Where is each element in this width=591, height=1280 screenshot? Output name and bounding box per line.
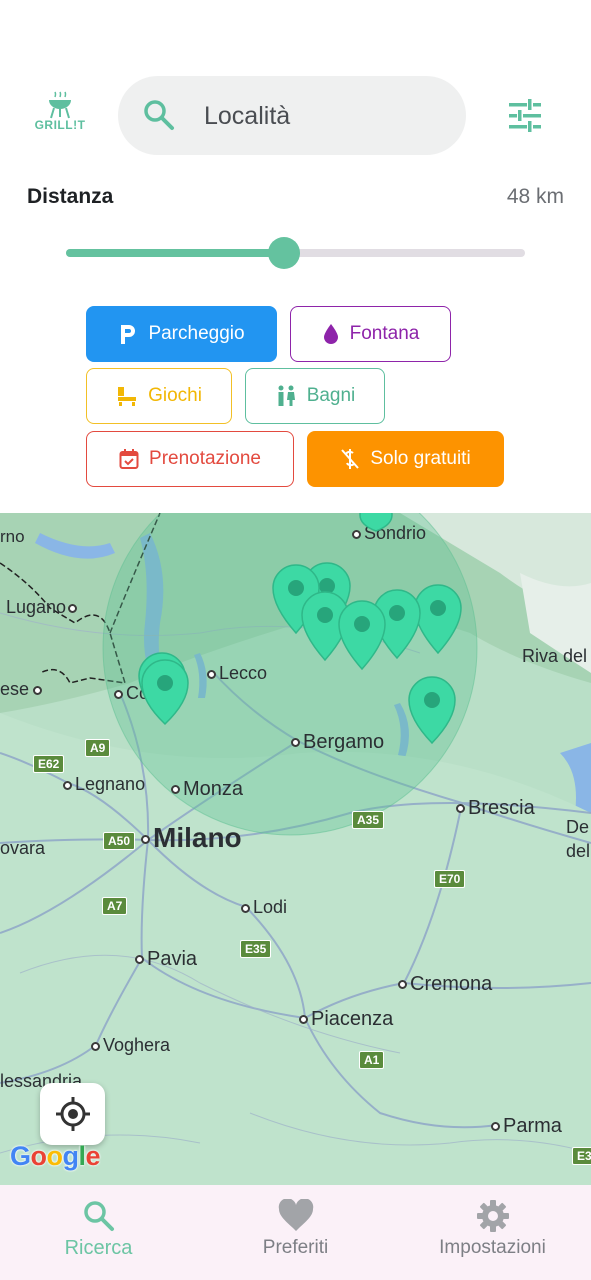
nav-label: Impostazioni xyxy=(439,1237,546,1258)
restroom-icon xyxy=(278,385,295,406)
google-logo: Google xyxy=(10,1141,101,1172)
google-letter: e xyxy=(85,1141,101,1171)
search-icon xyxy=(144,100,174,130)
chip-label: Prenotazione xyxy=(149,448,261,469)
parking-icon xyxy=(121,325,136,344)
distance-slider[interactable] xyxy=(66,237,525,269)
chip-label: Fontana xyxy=(349,323,420,344)
slider-fill xyxy=(66,249,285,257)
map-pin[interactable] xyxy=(408,676,456,745)
filter-chip-fontana[interactable]: Fontana xyxy=(290,306,451,362)
slider-thumb[interactable] xyxy=(268,237,301,269)
gear-icon xyxy=(476,1200,509,1232)
calendar-check-icon xyxy=(119,449,139,469)
map-pin[interactable] xyxy=(141,659,189,726)
filter-chip-bagni[interactable]: Bagni xyxy=(245,368,385,424)
grill-icon xyxy=(49,91,71,119)
distance-label: Distanza xyxy=(27,185,114,208)
chip-label: Bagni xyxy=(306,385,356,406)
app-logo: GRILL!T xyxy=(34,90,86,142)
google-letter: o xyxy=(30,1141,48,1171)
filter-chip-giochi[interactable]: Giochi xyxy=(86,368,232,424)
google-letter: g xyxy=(62,1141,80,1171)
distance-value: 48 km xyxy=(506,185,564,208)
water-drop-icon xyxy=(323,324,338,344)
nav-item-impostazioni[interactable]: Impostazioni xyxy=(394,1185,591,1280)
map-view[interactable]: rno Sondrio Lugano Lecco ese Co Bergamo … xyxy=(0,513,591,1185)
chip-label: Solo gratuiti xyxy=(370,448,471,469)
chip-label: Giochi xyxy=(148,385,202,406)
slide-icon xyxy=(118,387,137,406)
google-letter: o xyxy=(46,1141,64,1171)
search-icon xyxy=(83,1201,114,1231)
heart-icon xyxy=(278,1199,313,1231)
money-off-icon xyxy=(341,449,360,469)
filter-chip-parcheggio[interactable]: Parcheggio xyxy=(86,306,277,362)
logo-text: GRILL!T xyxy=(34,118,86,132)
search-bar[interactable] xyxy=(118,76,466,155)
tune-icon[interactable] xyxy=(506,98,544,134)
map-pin[interactable] xyxy=(414,584,462,655)
filter-chip-prenotazione[interactable]: Prenotazione xyxy=(86,431,294,487)
google-letter: l xyxy=(78,1141,87,1171)
filter-chip-solo-gratuiti[interactable]: Solo gratuiti xyxy=(307,431,504,487)
nav-label: Preferiti xyxy=(262,1237,329,1258)
search-input[interactable] xyxy=(204,96,444,136)
nav-item-preferiti[interactable]: Preferiti xyxy=(197,1185,394,1280)
bottom-navigation: Ricerca Preferiti Impostazioni xyxy=(0,1185,591,1280)
chip-label: Parcheggio xyxy=(148,323,245,344)
gps-target-icon xyxy=(55,1097,90,1131)
nav-label: Ricerca xyxy=(64,1237,133,1259)
nav-item-ricerca[interactable]: Ricerca xyxy=(0,1185,197,1280)
my-location-button[interactable] xyxy=(40,1083,105,1145)
google-letter: G xyxy=(10,1141,31,1171)
map-pin[interactable] xyxy=(338,600,386,671)
map-pin[interactable] xyxy=(359,513,393,532)
